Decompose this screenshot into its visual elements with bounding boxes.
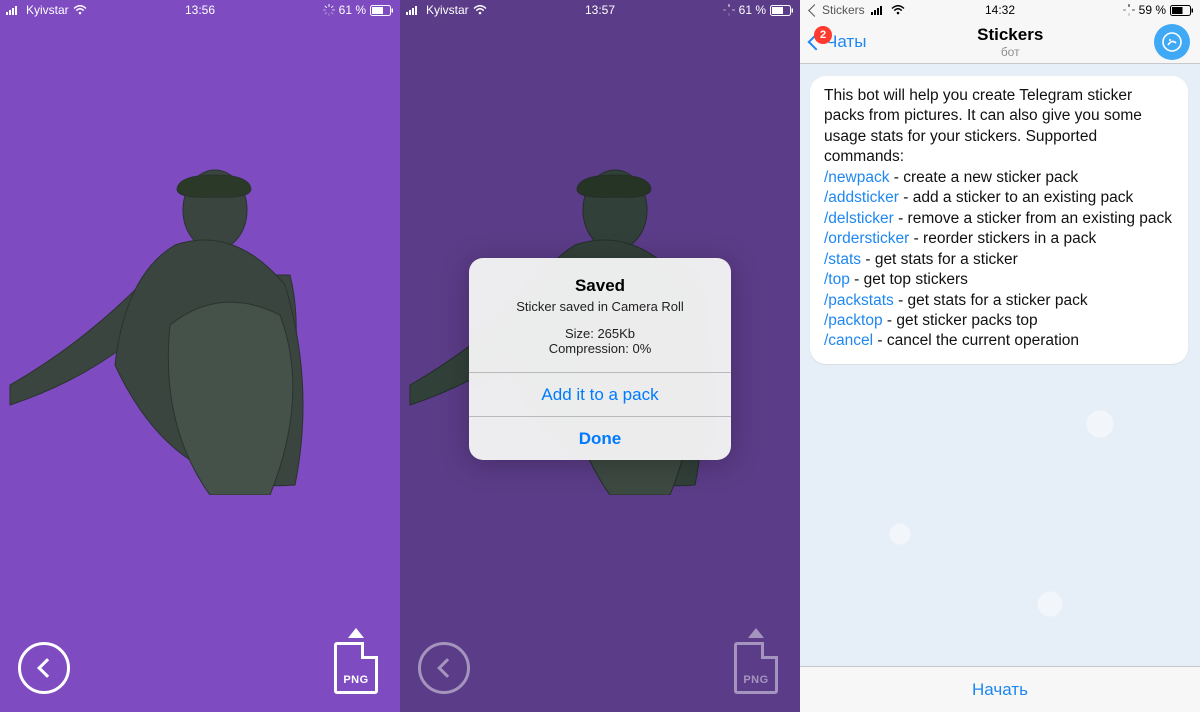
command-line: /stats - get stats for a sticker — [824, 250, 1174, 270]
chat-body[interactable]: This bot will help you create Telegram s… — [800, 64, 1200, 666]
command-line: /packtop - get sticker packs top — [824, 311, 1174, 331]
battery-icon — [370, 5, 394, 16]
nav-back-button[interactable]: 2 Чаты — [810, 32, 866, 52]
command-link[interactable]: /stats — [824, 251, 861, 268]
command-line: /addsticker - add a sticker to an existi… — [824, 188, 1174, 208]
battery-percent: 61 % — [339, 3, 366, 17]
command-link[interactable]: /packstats — [824, 292, 894, 309]
chevron-left-icon — [808, 4, 821, 17]
bot-avatar[interactable] — [1154, 24, 1190, 60]
statue-image — [0, 165, 400, 495]
signal-icon — [871, 5, 887, 15]
command-line: /ordersticker - reorder stickers in a pa… — [824, 229, 1174, 249]
command-line: /newpack - create a new sticker pack — [824, 168, 1174, 188]
command-desc: - cancel the current operation — [873, 332, 1079, 349]
upload-arrow-icon — [348, 628, 364, 638]
alert-size: Size: 265Kb — [483, 326, 717, 341]
chat-title: Stickers — [866, 25, 1154, 45]
command-link[interactable]: /packtop — [824, 312, 883, 329]
battery-percent: 61 % — [739, 3, 766, 17]
chevron-left-icon — [437, 658, 457, 678]
signal-icon — [6, 5, 22, 15]
start-bot-button[interactable]: Начать — [800, 666, 1200, 712]
command-link[interactable]: /delsticker — [824, 210, 894, 227]
back-button[interactable] — [418, 642, 470, 694]
command-desc: - get top stickers — [850, 271, 968, 288]
bot-message: This bot will help you create Telegram s… — [810, 76, 1188, 364]
done-button[interactable]: Done — [469, 416, 731, 460]
carrier-label: Kyivstar — [426, 3, 469, 17]
command-link[interactable]: /addsticker — [824, 189, 899, 206]
command-link[interactable]: /cancel — [824, 332, 873, 349]
command-desc: - add a sticker to an existing pack — [899, 189, 1133, 206]
loading-icon — [323, 4, 335, 16]
loading-icon — [723, 4, 735, 16]
file-icon: PNG — [734, 642, 778, 694]
screen-telegram-stickers-bot: Stickers 14:32 59 % — [800, 0, 1200, 712]
add-to-pack-button[interactable]: Add it to a pack — [469, 372, 731, 416]
status-bar: Stickers 14:32 59 % — [800, 0, 1200, 20]
chevron-left-icon — [37, 658, 57, 678]
nav-back-label: Чаты — [826, 32, 866, 52]
alert-compression: Compression: 0% — [483, 341, 717, 356]
unread-badge: 2 — [814, 26, 832, 44]
wifi-icon — [73, 5, 87, 15]
png-label: PNG — [343, 674, 368, 686]
wifi-icon — [891, 5, 905, 15]
export-png-button[interactable]: PNG — [730, 636, 782, 694]
screen-sticker-preview: Kyivstar 13:56 61 % — [0, 0, 400, 712]
command-link[interactable]: /top — [824, 271, 850, 288]
breadcrumb-back[interactable]: Stickers — [806, 0, 865, 20]
command-line: /delsticker - remove a sticker from an e… — [824, 209, 1174, 229]
command-link[interactable]: /newpack — [824, 169, 889, 186]
command-line: /cancel - cancel the current operation — [824, 331, 1174, 351]
breadcrumb-app-name: Stickers — [822, 3, 865, 17]
alert-subtitle: Sticker saved in Camera Roll — [483, 299, 717, 314]
command-line: /packstats - get stats for a sticker pac… — [824, 291, 1174, 311]
chat-subtitle: бот — [866, 45, 1154, 59]
command-desc: - get sticker packs top — [883, 312, 1038, 329]
command-desc: - reorder stickers in a pack — [909, 230, 1096, 247]
battery-percent: 59 % — [1139, 3, 1166, 17]
status-bar: Kyivstar 13:56 61 % — [0, 0, 400, 20]
file-icon: PNG — [334, 642, 378, 694]
battery-icon — [770, 5, 794, 16]
screen-saved-alert: Kyivstar 13:57 61 % — [400, 0, 800, 712]
command-link[interactable]: /ordersticker — [824, 230, 909, 247]
battery-icon — [1170, 5, 1194, 16]
command-line: /top - get top stickers — [824, 270, 1174, 290]
png-label: PNG — [743, 674, 768, 686]
command-desc: - remove a sticker from an existing pack — [894, 210, 1172, 227]
export-png-button[interactable]: PNG — [330, 636, 382, 694]
upload-arrow-icon — [748, 628, 764, 638]
command-desc: - create a new sticker pack — [889, 169, 1078, 186]
carrier-label: Kyivstar — [26, 3, 69, 17]
command-desc: - get stats for a sticker — [861, 251, 1018, 268]
command-desc: - get stats for a sticker pack — [894, 292, 1088, 309]
alert-title: Saved — [483, 276, 717, 296]
loading-icon — [1123, 4, 1135, 16]
wifi-icon — [473, 5, 487, 15]
nav-bar: 2 Чаты Stickers бот — [800, 20, 1200, 64]
signal-icon — [406, 5, 422, 15]
message-intro: This bot will help you create Telegram s… — [824, 86, 1174, 168]
saved-alert: Saved Sticker saved in Camera Roll Size:… — [469, 258, 731, 460]
back-button[interactable] — [18, 642, 70, 694]
status-bar: Kyivstar 13:57 61 % — [400, 0, 800, 20]
